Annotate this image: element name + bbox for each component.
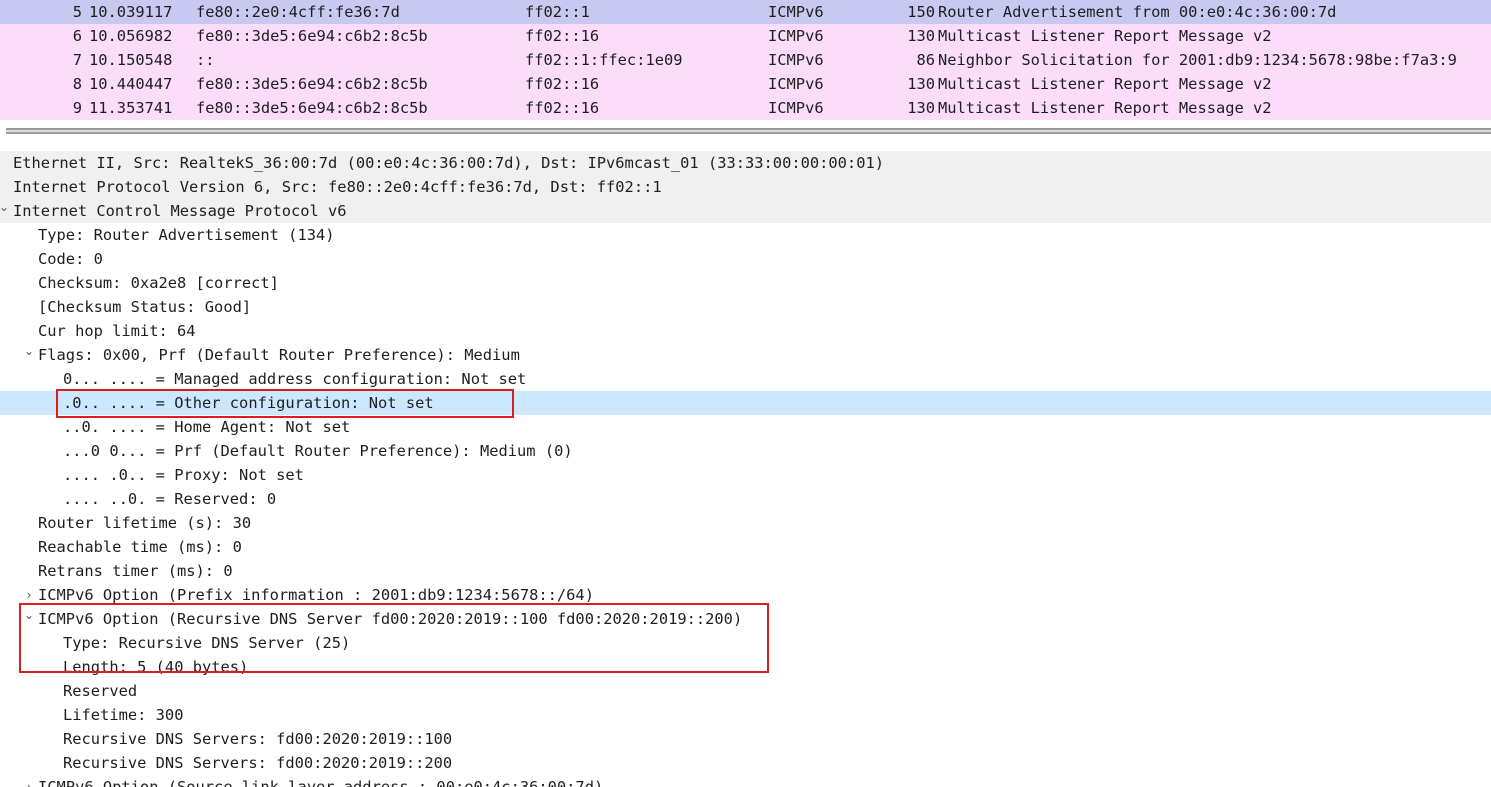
packet-length: 130 xyxy=(907,99,935,117)
detail-text: Lifetime: 300 xyxy=(63,706,184,724)
packet-length: 150 xyxy=(907,3,935,21)
detail-text: Type: Recursive DNS Server (25) xyxy=(63,634,351,652)
packet-info: Router Advertisement from 00:e0:4c:36:00… xyxy=(938,3,1337,21)
detail-row[interactable]: .... ..0. = Reserved: 0 xyxy=(0,487,1491,511)
detail-text: Reserved xyxy=(63,682,138,700)
packet-info: Neighbor Solicitation for 2001:db9:1234:… xyxy=(938,51,1457,69)
detail-row[interactable]: ..0. .... = Home Agent: Not set xyxy=(0,415,1491,439)
detail-row[interactable]: ⌄ Internet Control Message Protocol v6 xyxy=(0,199,1491,223)
packet-length: 130 xyxy=(907,27,935,45)
packet-info: Multicast Listener Report Message v2 xyxy=(938,75,1272,93)
packet-info: Multicast Listener Report Message v2 xyxy=(938,99,1272,117)
packet-row[interactable]: 7 10.150548:: ff02::1:ffec:1e09 ICMPv6 86 Nei… xyxy=(0,48,1491,72)
detail-text: ICMPv6 Option (Source link-layer address… xyxy=(38,778,604,787)
detail-row[interactable]: ...0 0... = Prf (Default Router Preferen… xyxy=(0,439,1491,463)
packet-row-selected[interactable]: 5 10.039117 fe80::2e0:4cff:fe36:7d ff02::1 I… xyxy=(0,0,1491,24)
detail-text: ICMPv6 Option (Prefix information : 2001… xyxy=(38,586,594,604)
detail-text: Internet Control Message Protocol v6 xyxy=(13,202,347,220)
detail-row[interactable]: Reachable time (ms): 0 xyxy=(0,535,1491,559)
detail-row[interactable]: Internet Protocol Version 6, Src: fe80::… xyxy=(0,175,1491,199)
packet-row[interactable]: 8 10.440447 fe80::3de5:6e94:c6b2:8c5b ff02:… xyxy=(0,72,1491,96)
detail-text: Flags: 0x00, Prf (Default Router Prefere… xyxy=(38,346,520,364)
detail-row[interactable]: › ICMPv6 Option (Prefix information : 200… xyxy=(0,583,1491,607)
detail-row[interactable]: Cur hop limit: 64 xyxy=(0,319,1491,343)
detail-row[interactable]: 0... .... = Managed address configuratio… xyxy=(0,367,1491,391)
pane-splitter[interactable] xyxy=(6,128,1491,134)
detail-text: Type: Router Advertisement (134) xyxy=(38,226,335,244)
detail-row[interactable]: [Checksum Status: Good] xyxy=(0,295,1491,319)
detail-text: [Checksum Status: Good] xyxy=(38,298,252,316)
chevron-down-icon[interactable]: ⌄ xyxy=(0,195,11,219)
packet-list[interactable]: 5 10.039117 fe80::2e0:4cff:fe36:7d ff02::1 I… xyxy=(0,0,1491,120)
detail-row-selected[interactable]: .0.. .... = Other configuration: Not set xyxy=(0,391,1491,415)
detail-text: Recursive DNS Servers: fd00:2020:2019::2… xyxy=(63,754,453,772)
detail-row[interactable]: Retrans timer (ms): 0 xyxy=(0,559,1491,583)
detail-row[interactable]: Lifetime: 300 xyxy=(0,703,1491,727)
detail-row[interactable]: .... .0.. = Proxy: Not set xyxy=(0,463,1491,487)
detail-text: .0.. .... = Other configuration: Not set xyxy=(63,394,434,412)
chevron-down-icon[interactable]: ⌄ xyxy=(22,603,36,627)
detail-text: Ethernet II, Src: RealtekS_36:00:7d (00:… xyxy=(13,154,884,172)
detail-text: ...0 0... = Prf (Default Router Preferen… xyxy=(63,442,573,460)
detail-row[interactable]: Code: 0 xyxy=(0,247,1491,271)
detail-text: ICMPv6 Option (Recursive DNS Server fd00… xyxy=(38,610,743,628)
detail-text: Checksum: 0xa2e8 [correct] xyxy=(38,274,279,292)
detail-row[interactable]: Reserved xyxy=(0,679,1491,703)
detail-row[interactable]: Ethernet II, Src: RealtekS_36:00:7d (00:… xyxy=(0,151,1491,175)
detail-row[interactable]: Checksum: 0xa2e8 [correct] xyxy=(0,271,1491,295)
detail-row[interactable]: Recursive DNS Servers: fd00:2020:2019::2… xyxy=(0,751,1491,775)
detail-text: Retrans timer (ms): 0 xyxy=(38,562,233,580)
detail-text: Code: 0 xyxy=(38,250,103,268)
detail-row[interactable]: Type: Router Advertisement (134) xyxy=(0,223,1491,247)
detail-text: .... ..0. = Reserved: 0 xyxy=(63,490,277,508)
chevron-down-icon[interactable]: ⌄ xyxy=(22,339,36,363)
detail-text: ..0. .... = Home Agent: Not set xyxy=(63,418,351,436)
chevron-right-icon[interactable]: › xyxy=(22,775,36,787)
detail-text: Recursive DNS Servers: fd00:2020:2019::1… xyxy=(63,730,453,748)
packet-length: 86 xyxy=(916,51,935,69)
detail-row[interactable]: ⌄ ICMPv6 Option (Recursive DNS Server fd0… xyxy=(0,607,1491,631)
packet-row[interactable]: 6 10.056982 fe80::3de5:6e94:c6b2:8c5b ff02:… xyxy=(0,24,1491,48)
detail-text: Length: 5 (40 bytes) xyxy=(63,658,249,676)
detail-text: Internet Protocol Version 6, Src: fe80::… xyxy=(13,178,662,196)
packet-length: 130 xyxy=(907,75,935,93)
detail-text: Reachable time (ms): 0 xyxy=(38,538,242,556)
detail-row[interactable]: ⌄ Flags: 0x00, Prf (Default Router Prefer… xyxy=(0,343,1491,367)
packet-info: Multicast Listener Report Message v2 xyxy=(938,27,1272,45)
detail-row[interactable]: Router lifetime (s): 30 xyxy=(0,511,1491,535)
detail-text: Cur hop limit: 64 xyxy=(38,322,196,340)
detail-row[interactable]: Length: 5 (40 bytes) xyxy=(0,655,1491,679)
detail-text: Router lifetime (s): 30 xyxy=(38,514,252,532)
packet-row[interactable]: 9 11.353741 fe80::3de5:6e94:c6b2:8c5b ff02:… xyxy=(0,96,1491,120)
packet-details-tree[interactable]: Ethernet II, Src: RealtekS_36:00:7d (00:… xyxy=(0,151,1491,787)
detail-text: 0... .... = Managed address configuratio… xyxy=(63,370,527,388)
detail-text: .... .0.. = Proxy: Not set xyxy=(63,466,304,484)
detail-row[interactable]: Type: Recursive DNS Server (25) xyxy=(0,631,1491,655)
detail-row[interactable]: › ICMPv6 Option (Source link-layer addres… xyxy=(0,775,1491,787)
detail-row[interactable]: Recursive DNS Servers: fd00:2020:2019::1… xyxy=(0,727,1491,751)
